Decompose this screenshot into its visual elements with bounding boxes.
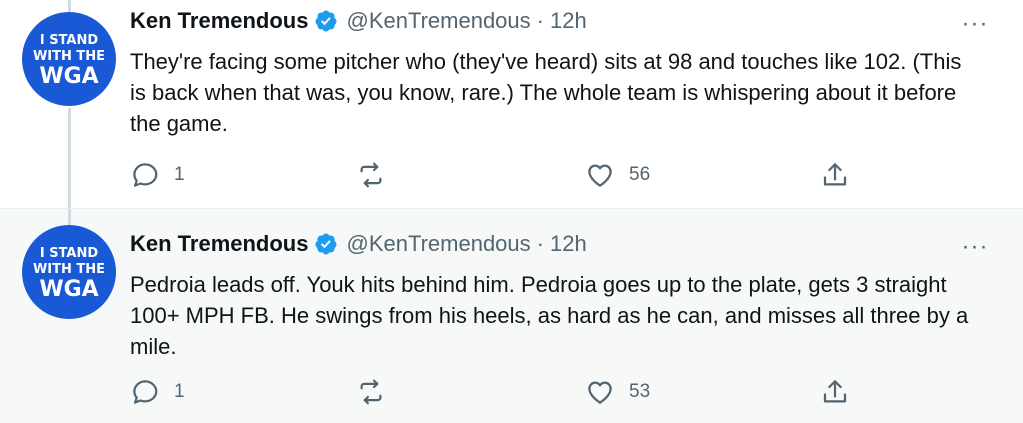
avatar-text-line3: WGA (39, 277, 99, 302)
timestamp[interactable]: 12h (550, 8, 587, 34)
separator-dot: · (536, 8, 544, 33)
avatar-text-line1: I STAND (39, 246, 99, 261)
action-bar: 1 53 (130, 377, 870, 417)
avatar-text-line2: WITH THE (32, 49, 106, 64)
tweet-text: They're facing some pitcher who (they've… (130, 49, 962, 136)
tweet-header: Ken Tremendous @KenTremendous · 12h (130, 231, 587, 257)
reply-count: 1 (174, 381, 185, 402)
avatar[interactable]: I STAND WITH THE WGA (22, 225, 116, 319)
like-button[interactable]: 56 (585, 160, 650, 190)
thread-connector-top (68, 209, 71, 225)
author-handle[interactable]: @KenTremendous (346, 231, 530, 257)
retweet-button[interactable] (356, 160, 400, 190)
avatar-text-line3: WGA (39, 64, 99, 89)
thread-connector (68, 108, 71, 208)
reply-count: 1 (174, 164, 185, 185)
action-bar: 1 56 (130, 160, 870, 200)
reply-button[interactable]: 1 (130, 160, 185, 190)
verified-badge-icon (314, 9, 338, 33)
tweet-thread: I STAND WITH THE WGA Ken Tremendous @Ken… (0, 0, 1023, 423)
reply-button[interactable]: 1 (130, 377, 185, 407)
thread-connector-top (68, 0, 71, 12)
reply-icon (133, 380, 158, 404)
retweet-icon (360, 379, 382, 405)
tweet-1[interactable]: I STAND WITH THE WGA Ken Tremendous @Ken… (0, 0, 1023, 208)
separator-dot: · (536, 231, 544, 256)
author-handle[interactable]: @KenTremendous (346, 8, 530, 34)
share-icon (823, 163, 847, 186)
avatar-text-line2: WITH THE (32, 262, 106, 277)
like-count: 53 (629, 381, 651, 402)
more-icon[interactable]: ··· (955, 233, 995, 260)
like-icon (588, 164, 612, 187)
author-name[interactable]: Ken Tremendous (130, 8, 308, 34)
share-button[interactable] (820, 377, 850, 407)
tweet-2[interactable]: I STAND WITH THE WGA Ken Tremendous @Ken… (0, 208, 1023, 423)
share-button[interactable] (820, 160, 850, 190)
more-icon[interactable]: ··· (955, 10, 995, 37)
retweet-icon (360, 162, 382, 188)
like-button[interactable]: 53 (585, 377, 650, 407)
tweet-header: Ken Tremendous @KenTremendous · 12h (130, 8, 587, 34)
author-name[interactable]: Ken Tremendous (130, 231, 308, 257)
avatar-text-line1: I STAND (39, 33, 99, 48)
timestamp[interactable]: 12h (550, 231, 587, 257)
tweet-text: Pedroia leads off. Youk hits behind him.… (130, 272, 969, 359)
share-icon (823, 380, 847, 403)
retweet-button[interactable] (356, 377, 400, 407)
reply-icon (133, 163, 158, 187)
avatar[interactable]: I STAND WITH THE WGA (22, 12, 116, 106)
like-icon (588, 381, 612, 404)
like-count: 56 (629, 164, 651, 185)
verified-badge-icon (314, 232, 338, 256)
